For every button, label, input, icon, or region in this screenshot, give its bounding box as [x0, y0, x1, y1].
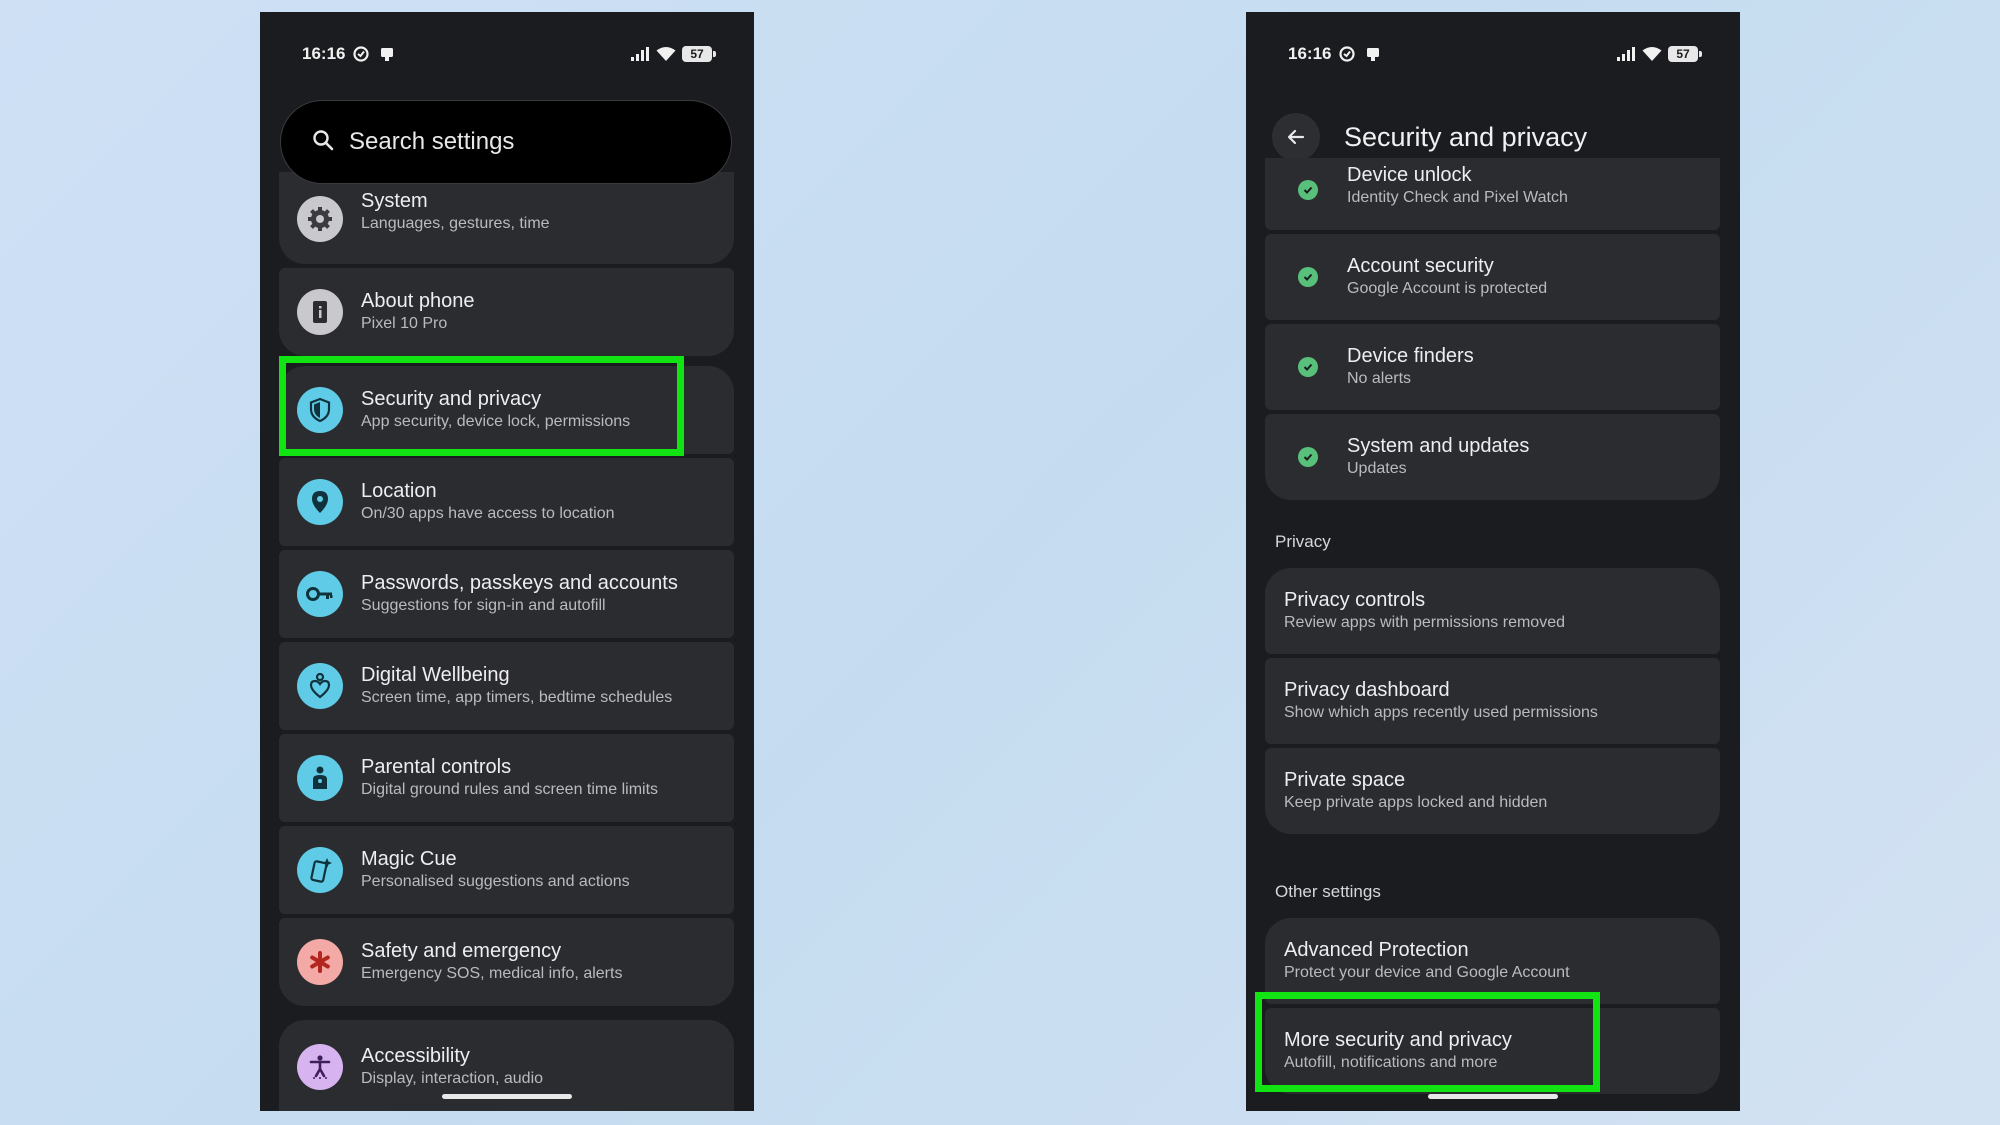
settings-item-subtitle: Screen time, app timers, bedtime schedul…	[361, 689, 673, 706]
status-item-title: Account security	[1347, 255, 1494, 277]
settings-item-title: System	[361, 190, 428, 212]
settings-item-subtitle: Display, interaction, audio	[361, 1070, 544, 1087]
status-item-subtitle: Google Account is protected	[1347, 280, 1548, 297]
arrow-back-icon	[1287, 129, 1305, 145]
parental-controls-icon	[297, 755, 343, 801]
status-item-device-unlock[interactable]: Device unlock Identity Check and Pixel W…	[1265, 158, 1720, 230]
sync-icon	[351, 44, 371, 64]
settings-item-title: Accessibility	[361, 1045, 470, 1067]
status-item-title: Device unlock	[1347, 164, 1472, 186]
search-placeholder: Search settings	[349, 128, 515, 155]
key-icon	[297, 571, 343, 617]
settings-item-title: Passwords, passkeys and accounts	[361, 572, 678, 594]
privacy-item-title: Private space	[1284, 769, 1406, 791]
settings-item-subtitle: Digital ground rules and screen time lim…	[361, 781, 659, 798]
settings-item-system[interactable]: System Languages, gestures, time	[279, 172, 734, 264]
location-pin-icon	[297, 479, 343, 525]
status-item-title: Device finders	[1347, 345, 1474, 367]
privacy-item-subtitle: Review apps with permissions removed	[1284, 614, 1565, 631]
other-item-title: Advanced Protection	[1284, 939, 1469, 961]
back-button[interactable]	[1272, 113, 1320, 161]
magic-cue-icon	[297, 847, 343, 893]
privacy-item-controls[interactable]: Privacy controls Review apps with permis…	[1265, 568, 1720, 654]
settings-item-title: Location	[361, 480, 437, 502]
check-circle-icon	[1298, 357, 1318, 377]
wifi-icon	[1642, 44, 1662, 64]
phone-info-icon	[297, 289, 343, 335]
check-circle-icon	[1298, 267, 1318, 287]
settings-item-subtitle: Suggestions for sign-in and autofill	[361, 597, 606, 614]
settings-item-subtitle: On/30 apps have access to location	[361, 505, 615, 522]
settings-item-magic-cue[interactable]: Magic Cue Personalised suggestions and a…	[279, 826, 734, 914]
section-header-other-settings: Other settings	[1275, 882, 1381, 901]
check-circle-icon	[1298, 180, 1318, 200]
settings-item-subtitle: Personalised suggestions and actions	[361, 873, 630, 890]
privacy-item-subtitle: Keep private apps locked and hidden	[1284, 794, 1548, 811]
wellbeing-heart-icon	[297, 663, 343, 709]
settings-item-parental-controls[interactable]: Parental controls Digital ground rules a…	[279, 734, 734, 822]
status-item-subtitle: Updates	[1347, 460, 1407, 477]
privacy-item-title: Privacy controls	[1284, 589, 1426, 611]
settings-item-title: Parental controls	[361, 756, 512, 778]
battery-icon: 57	[1668, 46, 1702, 62]
settings-item-passwords[interactable]: Passwords, passkeys and accounts Suggest…	[279, 550, 734, 638]
security-privacy-screen: 16:16 57 Security and privacy Device unl…	[1246, 12, 1740, 1111]
search-icon	[311, 128, 335, 157]
settings-screen: 16:16 57 Search settings System Language…	[260, 12, 754, 1111]
settings-item-digital-wellbeing[interactable]: Digital Wellbeing Screen time, app timer…	[279, 642, 734, 730]
status-item-account-security[interactable]: Account security Google Account is prote…	[1265, 234, 1720, 320]
status-item-subtitle: No alerts	[1347, 370, 1412, 387]
section-header-privacy: Privacy	[1275, 532, 1331, 551]
accessibility-icon	[297, 1044, 343, 1090]
status-item-subtitle: Identity Check and Pixel Watch	[1347, 189, 1568, 206]
status-bar: 16:16 57	[1288, 40, 1702, 68]
status-item-device-finders[interactable]: Device finders No alerts	[1265, 324, 1720, 410]
privacy-item-title: Privacy dashboard	[1284, 679, 1450, 701]
settings-item-location[interactable]: Location On/30 apps have access to locat…	[279, 458, 734, 546]
status-time: 16:16	[1288, 44, 1332, 63]
status-item-system-updates[interactable]: System and updates Updates	[1265, 414, 1720, 500]
notification-icon	[377, 44, 397, 64]
battery-icon: 57	[682, 46, 716, 62]
gesture-nav-bar	[442, 1094, 572, 1099]
settings-item-title: Safety and emergency	[361, 940, 562, 962]
settings-item-safety-emergency[interactable]: Safety and emergency Emergency SOS, medi…	[279, 918, 734, 1006]
status-item-title: System and updates	[1347, 435, 1530, 457]
settings-item-subtitle: Pixel 10 Pro	[361, 315, 448, 332]
signal-icon	[1616, 44, 1636, 64]
signal-icon	[630, 44, 650, 64]
search-input[interactable]: Search settings	[280, 100, 732, 184]
notification-icon	[1363, 44, 1383, 64]
settings-item-about-phone[interactable]: About phone Pixel 10 Pro	[279, 268, 734, 356]
other-item-subtitle: Protect your device and Google Account	[1284, 964, 1570, 981]
gesture-nav-bar	[1428, 1094, 1558, 1099]
status-time: 16:16	[302, 44, 346, 63]
check-circle-icon	[1298, 447, 1318, 467]
asterisk-emergency-icon	[297, 939, 343, 985]
gear-icon	[297, 196, 343, 242]
privacy-item-subtitle: Show which apps recently used permission…	[1284, 704, 1598, 721]
privacy-item-private-space[interactable]: Private space Keep private apps locked a…	[1265, 748, 1720, 834]
settings-item-subtitle: Languages, gestures, time	[361, 215, 550, 232]
status-bar: 16:16 57	[302, 40, 716, 68]
settings-item-subtitle: Emergency SOS, medical info, alerts	[361, 965, 623, 982]
highlight-box	[279, 356, 684, 456]
settings-item-title: Digital Wellbeing	[361, 664, 510, 686]
sync-icon	[1337, 44, 1357, 64]
settings-item-title: Magic Cue	[361, 848, 457, 870]
privacy-item-dashboard[interactable]: Privacy dashboard Show which apps recent…	[1265, 658, 1720, 744]
wifi-icon	[656, 44, 676, 64]
settings-item-title: About phone	[361, 290, 475, 312]
highlight-box	[1255, 992, 1600, 1092]
